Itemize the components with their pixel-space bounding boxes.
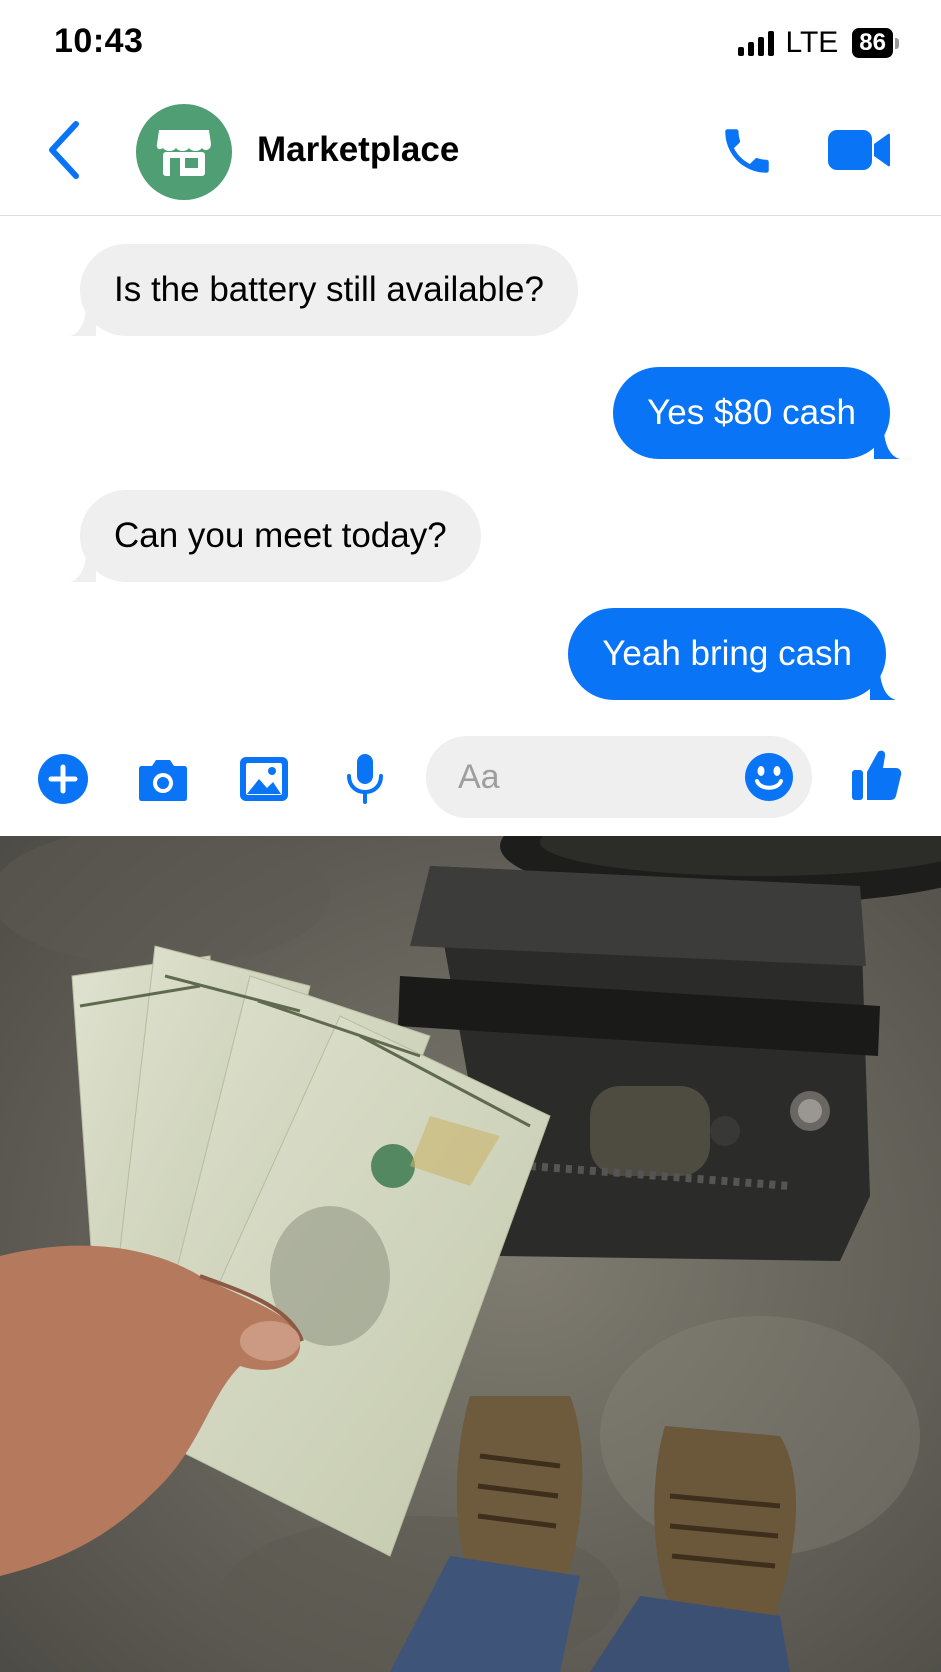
chat-header: Marketplace	[0, 90, 941, 216]
message-bubble-outgoing[interactable]: Yeah bring cash	[568, 608, 896, 700]
status-bar: 10:43 LTE 86	[0, 0, 941, 90]
photo-illustration	[0, 836, 941, 1672]
message-input[interactable]	[458, 736, 728, 818]
back-chevron-icon[interactable]	[40, 118, 90, 182]
status-indicators: LTE 86	[737, 26, 899, 60]
photo-cash-and-battery[interactable]	[0, 836, 941, 1672]
signal-icon	[737, 30, 774, 56]
message-composer	[0, 730, 941, 826]
message-bubble-outgoing[interactable]: Yes $80 cash	[613, 367, 900, 459]
bubble-tail	[70, 310, 96, 336]
message-input-container[interactable]	[426, 736, 812, 818]
avatar[interactable]	[136, 104, 232, 200]
network-type: LTE	[785, 26, 839, 59]
plus-icon[interactable]	[36, 752, 90, 806]
store-icon	[156, 130, 211, 176]
message-text: Can you meet today?	[114, 516, 447, 555]
microphone-icon[interactable]	[338, 752, 392, 806]
bubble-tail	[874, 433, 900, 459]
message-text: Yes $80 cash	[647, 393, 856, 432]
chat-title[interactable]: Marketplace	[257, 130, 459, 170]
camera-icon[interactable]	[136, 752, 190, 806]
emoji-icon[interactable]	[744, 752, 794, 802]
phone-icon[interactable]	[718, 122, 776, 180]
battery-level: 86	[852, 28, 893, 58]
video-camera-icon[interactable]	[826, 124, 892, 176]
message-text: Is the battery still available?	[114, 270, 544, 309]
bubble-tail	[70, 556, 96, 582]
status-time: 10:43	[54, 22, 144, 60]
message-bubble-incoming[interactable]: Can you meet today?	[70, 490, 481, 582]
bubble-tail	[870, 674, 896, 700]
gallery-icon[interactable]	[237, 752, 291, 806]
message-text: Yeah bring cash	[602, 634, 852, 673]
thumbs-up-icon[interactable]	[850, 748, 902, 802]
message-bubble-incoming[interactable]: Is the battery still available?	[70, 244, 578, 336]
battery-icon: 86	[852, 28, 899, 58]
